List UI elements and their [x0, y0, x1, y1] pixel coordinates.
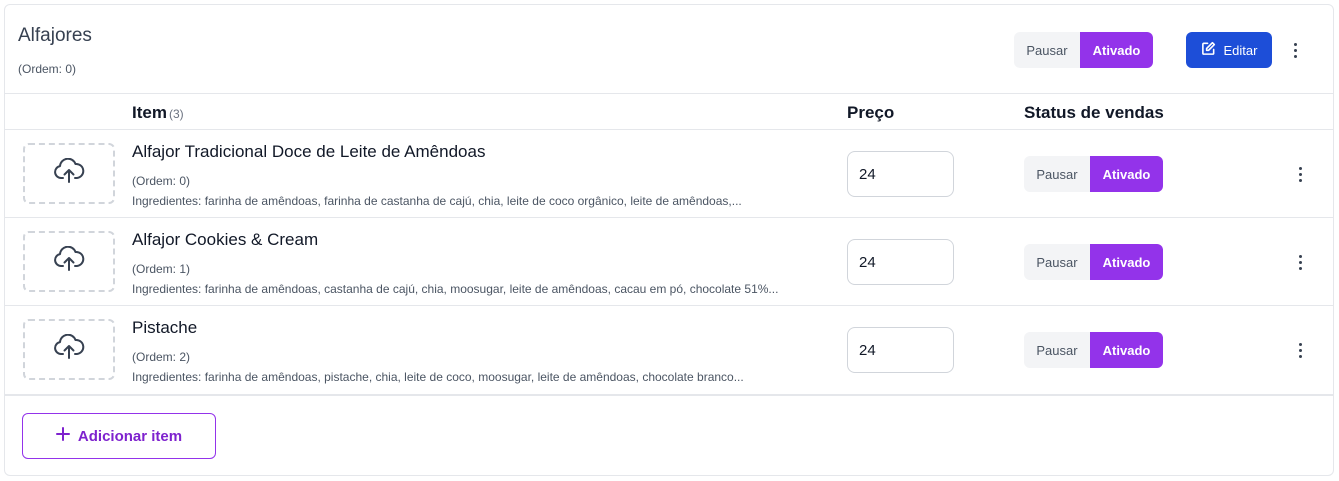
pencil-square-icon — [1201, 41, 1216, 59]
cloud-upload-icon — [53, 333, 85, 365]
table-row: Alfajor Cookies & Cream (Ordem: 1) Ingre… — [5, 218, 1333, 306]
column-header-price: Preço — [847, 103, 895, 122]
more-vertical-icon[interactable] — [1292, 162, 1308, 186]
item-sales-toggle: Pausar Ativado — [1024, 244, 1163, 280]
item-pause-button[interactable]: Pausar — [1024, 332, 1090, 368]
divider — [5, 93, 1333, 94]
category-sales-toggle: Pausar Ativado — [1014, 32, 1153, 68]
category-order: (Ordem: 0) — [18, 62, 77, 76]
item-sales-toggle: Pausar Ativado — [1024, 332, 1163, 368]
table-row: Pistache (Ordem: 2) Ingredientes: farinh… — [5, 306, 1333, 394]
edit-button[interactable]: Editar — [1186, 32, 1272, 68]
category-active-button[interactable]: Ativado — [1080, 32, 1153, 68]
category-more-icon[interactable] — [1287, 38, 1303, 62]
cloud-upload-icon — [53, 157, 85, 189]
plus-icon — [55, 427, 70, 445]
category-title: Alfajores — [18, 25, 92, 46]
item-name: Alfajor Cookies & Cream — [132, 230, 319, 249]
add-item-label: Adicionar item — [77, 427, 183, 445]
edit-button-label: Editar — [1223, 42, 1258, 58]
item-ingredients: Ingredientes: farinha de amêndoas, farin… — [132, 194, 742, 208]
category-pause-button[interactable]: Pausar — [1014, 32, 1080, 68]
more-vertical-icon[interactable] — [1292, 338, 1308, 362]
table-row: Alfajor Tradicional Doce de Leite de Amê… — [5, 130, 1333, 218]
item-pause-button[interactable]: Pausar — [1024, 244, 1090, 280]
add-item-button[interactable]: Adicionar item — [22, 413, 216, 459]
item-count: (3) — [168, 107, 184, 121]
divider — [5, 394, 1333, 396]
more-vertical-icon[interactable] — [1292, 250, 1308, 274]
price-input[interactable]: 24 — [847, 239, 954, 285]
image-upload-slot[interactable] — [23, 231, 115, 292]
image-upload-slot[interactable] — [23, 143, 115, 204]
item-active-button[interactable]: Ativado — [1090, 332, 1163, 368]
item-name: Pistache — [132, 318, 198, 337]
item-active-button[interactable]: Ativado — [1090, 244, 1163, 280]
item-sales-toggle: Pausar Ativado — [1024, 156, 1163, 192]
item-order: (Ordem: 1) — [132, 262, 191, 276]
item-order: (Ordem: 0) — [132, 174, 191, 188]
price-input[interactable]: 24 — [847, 151, 954, 197]
column-header-status: Status de vendas — [1024, 103, 1164, 122]
image-upload-slot[interactable] — [23, 319, 115, 380]
item-pause-button[interactable]: Pausar — [1024, 156, 1090, 192]
item-ingredients: Ingredientes: farinha de amêndoas, casta… — [132, 282, 779, 296]
item-active-button[interactable]: Ativado — [1090, 156, 1163, 192]
cloud-upload-icon — [53, 245, 85, 277]
price-input[interactable]: 24 — [847, 327, 954, 373]
column-header-item: Item (3) — [132, 103, 184, 122]
category-card: Alfajores (Ordem: 0) Pausar Ativado Edit… — [4, 4, 1334, 476]
item-ingredients: Ingredientes: farinha de amêndoas, pista… — [132, 370, 744, 384]
item-name: Alfajor Tradicional Doce de Leite de Amê… — [132, 142, 486, 161]
item-order: (Ordem: 2) — [132, 350, 191, 364]
